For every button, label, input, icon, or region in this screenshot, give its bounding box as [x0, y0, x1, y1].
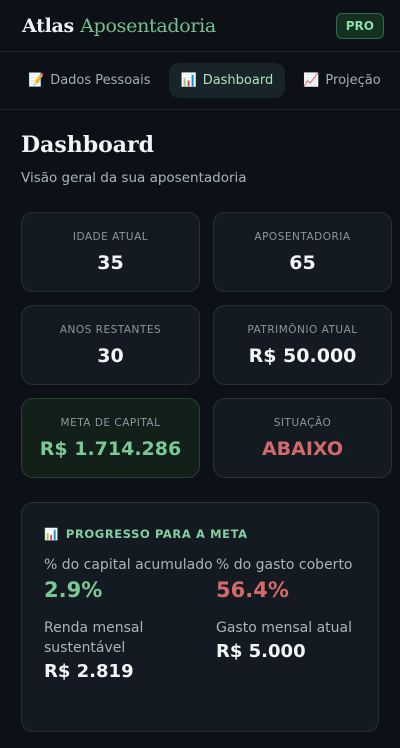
- tab-projecao[interactable]: 📈 Projeção: [291, 63, 393, 98]
- stat-renda-mensal: Renda mensal sustentável R$ 2.819: [44, 618, 216, 682]
- progress-title: 📊 PROGRESSO PARA A META: [44, 527, 356, 541]
- summary-cards: IDADE ATUAL 35 APOSENTADORIA 65 ANOS RES…: [21, 212, 392, 478]
- stat-gasto-mensal: Gasto mensal atual R$ 5.000: [216, 618, 366, 682]
- stat-value: 56.4%: [216, 578, 289, 602]
- card-patrimonio-atual: PATRIMÔNIO ATUAL R$ 50.000: [213, 305, 392, 385]
- card-label: APOSENTADORIA: [254, 230, 351, 243]
- stat-value: 2.9%: [44, 578, 103, 602]
- tab-label: Dashboard: [202, 73, 274, 88]
- card-value: 65: [289, 251, 316, 274]
- pro-badge[interactable]: PRO: [335, 12, 384, 39]
- tab-bar: 📝 Dados Pessoais 📊 Dashboard 📈 Projeção: [0, 52, 400, 110]
- stat-label: Gasto mensal atual: [216, 620, 352, 636]
- tab-label: Projeção: [325, 73, 381, 88]
- trend-chart-icon: 📈: [303, 73, 320, 88]
- page-title: Dashboard: [21, 132, 154, 158]
- stat-label: Renda mensal sustentável: [44, 620, 144, 656]
- stat-label: % do gasto coberto: [216, 557, 353, 573]
- bar-chart-icon: 📊: [44, 527, 59, 541]
- main-content: Dashboard Visão geral da sua aposentador…: [0, 110, 400, 732]
- stat-gasto-coberto: % do gasto coberto 56.4%: [216, 555, 366, 602]
- card-label: PATRIMÔNIO ATUAL: [247, 323, 358, 336]
- card-label: SITUAÇÃO: [273, 416, 332, 429]
- card-value: R$ 1.714.286: [39, 437, 182, 460]
- status-value: ABAIXO: [261, 437, 344, 460]
- tab-dashboard[interactable]: 📊 Dashboard: [168, 63, 286, 98]
- brand-name-accent: Aposentadoria: [80, 14, 216, 37]
- card-idade-atual: IDADE ATUAL 35: [21, 212, 200, 292]
- card-meta-de-capital: META DE CAPITAL R$ 1.714.286: [21, 398, 200, 478]
- card-situacao: SITUAÇÃO ABAIXO: [213, 398, 392, 478]
- card-label: META DE CAPITAL: [60, 416, 161, 429]
- tab-dados-pessoais[interactable]: 📝 Dados Pessoais: [16, 63, 163, 98]
- card-value: 30: [97, 344, 124, 367]
- page-subtitle: Visão geral da sua aposentadoria: [21, 170, 247, 186]
- card-label: ANOS RESTANTES: [59, 323, 162, 336]
- memo-icon: 📝: [28, 73, 45, 88]
- card-value: R$ 50.000: [248, 344, 357, 367]
- app-brand[interactable]: Atlas Aposentadoria: [22, 15, 216, 37]
- stat-label: % do capital acumulado: [44, 557, 213, 573]
- progress-title-label: PROGRESSO PARA A META: [65, 527, 248, 541]
- card-anos-restantes: ANOS RESTANTES 30: [21, 305, 200, 385]
- brand-name: Atlas: [22, 14, 74, 37]
- stat-value: R$ 2.819: [44, 661, 134, 682]
- card-label: IDADE ATUAL: [72, 230, 149, 243]
- app-header: Atlas Aposentadoria PRO: [0, 0, 400, 52]
- progress-stats: % do capital acumulado 2.9% % do gasto c…: [44, 555, 356, 682]
- bar-chart-icon: 📊: [180, 73, 197, 88]
- progress-panel: 📊 PROGRESSO PARA A META % do capital acu…: [21, 502, 379, 732]
- tab-label: Dados Pessoais: [50, 73, 151, 88]
- card-aposentadoria: APOSENTADORIA 65: [213, 212, 392, 292]
- stat-value: R$ 5.000: [216, 641, 306, 662]
- card-value: 35: [97, 251, 124, 274]
- stat-capital-acumulado: % do capital acumulado 2.9%: [44, 555, 216, 602]
